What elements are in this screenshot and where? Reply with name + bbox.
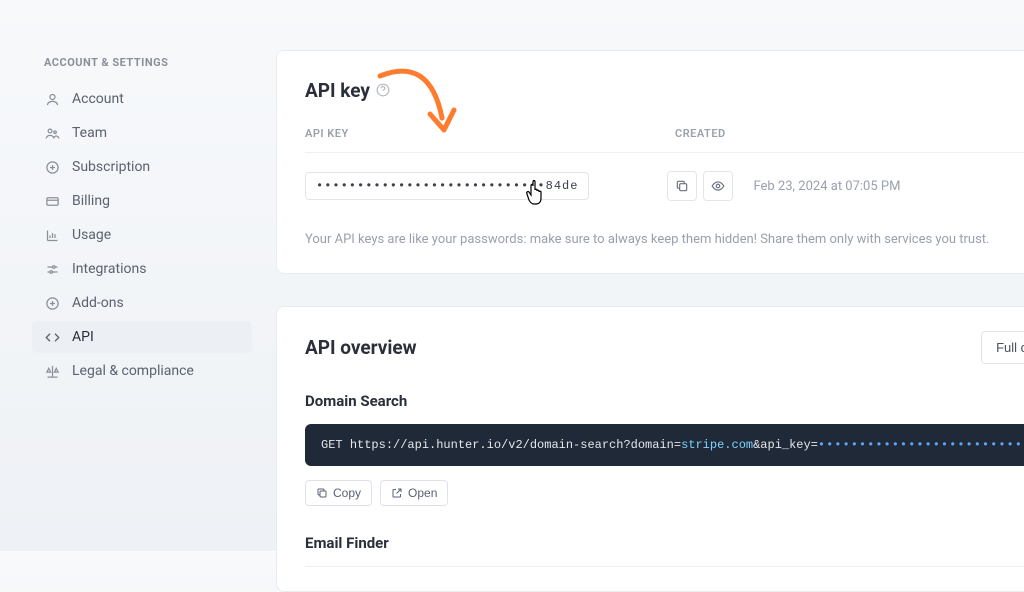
sidebar-item-usage[interactable]: Usage	[32, 219, 252, 251]
sidebar-item-label: Account	[72, 91, 124, 107]
sidebar-item-integrations[interactable]: Integrations	[32, 253, 252, 285]
eye-icon	[711, 179, 725, 193]
team-icon	[44, 125, 60, 141]
full-documentation-button[interactable]: Full documentation	[981, 331, 1024, 364]
sidebar: ACCOUNT & SETTINGS Account Team Subscrip…	[32, 0, 252, 551]
sidebar-item-account[interactable]: Account	[32, 83, 252, 115]
open-icon	[391, 487, 403, 499]
table-header: API KEY CREATED	[305, 127, 1024, 153]
api-key-value[interactable]: ••••••••••••••••••••••••••••84de	[305, 172, 589, 200]
api-key-row: ••••••••••••••••••••••••••••84de Feb 23,…	[305, 153, 1024, 215]
sidebar-item-label: API	[72, 329, 94, 345]
help-icon[interactable]	[376, 83, 390, 97]
api-key-warning: Your API keys are like your passwords: m…	[305, 231, 1024, 249]
open-code-button[interactable]: Open	[380, 480, 448, 506]
billing-icon	[44, 193, 60, 209]
column-created: CREATED	[675, 127, 855, 140]
overview-title: API overview	[305, 336, 417, 359]
copy-icon	[675, 179, 689, 193]
sidebar-item-legal[interactable]: Legal & compliance	[32, 355, 252, 387]
domain-search-heading: Domain Search	[305, 392, 1024, 410]
sidebar-item-billing[interactable]: Billing	[32, 185, 252, 217]
email-finder-heading: Email Finder	[305, 534, 1024, 552]
sidebar-item-team[interactable]: Team	[32, 117, 252, 149]
code-icon	[44, 329, 60, 345]
copy-code-button[interactable]: Copy	[305, 480, 372, 506]
plus-circle-icon	[44, 295, 60, 311]
plus-circle-icon	[44, 159, 60, 175]
sidebar-heading: ACCOUNT & SETTINGS	[32, 56, 252, 69]
copy-key-button[interactable]	[667, 171, 697, 201]
sidebar-item-label: Integrations	[72, 261, 146, 277]
sidebar-item-label: Subscription	[72, 159, 150, 175]
main-content: API key + New key API KEY CREATED ••••••…	[252, 0, 1024, 551]
code-block-domain-search: GET https://api.hunter.io/v2/domain-sear…	[305, 424, 1024, 466]
api-overview-card: API overview Full documentation Domain S…	[276, 306, 1024, 592]
balance-icon	[44, 363, 60, 379]
sidebar-item-label: Legal & compliance	[72, 363, 194, 379]
sidebar-item-subscription[interactable]: Subscription	[32, 151, 252, 183]
chart-icon	[44, 227, 60, 243]
sidebar-item-label: Usage	[72, 227, 111, 243]
sidebar-item-addons[interactable]: Add-ons	[32, 287, 252, 319]
copy-icon	[316, 487, 328, 499]
sidebar-item-label: Team	[72, 125, 107, 141]
card-title: API key	[305, 79, 390, 102]
column-api-key: API KEY	[305, 127, 675, 140]
person-icon	[44, 91, 60, 107]
sidebar-item-api[interactable]: API	[32, 321, 252, 353]
api-key-card: API key + New key API KEY CREATED ••••••…	[276, 50, 1024, 274]
sidebar-item-label: Billing	[72, 193, 110, 209]
created-text: Feb 23, 2024 at 07:05 PM	[753, 179, 900, 194]
reveal-key-button[interactable]	[703, 171, 733, 201]
sidebar-item-label: Add-ons	[72, 295, 124, 311]
sliders-icon	[44, 261, 60, 277]
